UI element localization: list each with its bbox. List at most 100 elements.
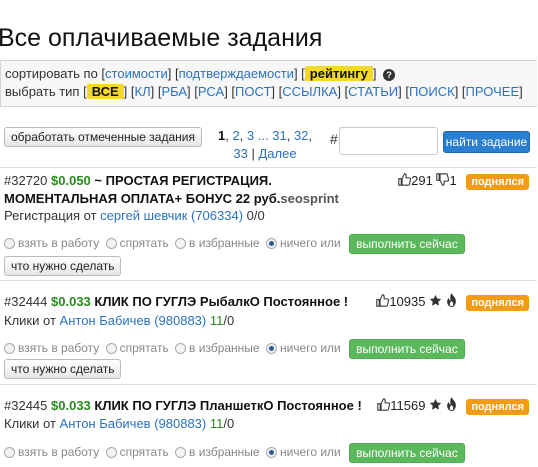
radio-hide[interactable] (105, 446, 117, 458)
radio-favorite[interactable] (175, 342, 187, 354)
popular-badge: поднялся (466, 294, 529, 311)
task-count-done: 11 (209, 313, 224, 328)
thumbs-up-icon[interactable] (376, 293, 390, 312)
page-link[interactable]: 2 (232, 128, 239, 143)
page-title: Все оплачиваемые задания (0, 24, 323, 52)
type-option-all[interactable]: ВСЕ (86, 84, 124, 99)
task-price: $0.033 (51, 294, 91, 309)
type-option-rba[interactable]: РБА (161, 84, 187, 99)
type-option-link[interactable]: ССЫЛКА (282, 84, 337, 99)
task-price: $0.033 (51, 398, 91, 413)
popular-badge: поднялся (466, 398, 529, 415)
radio-take[interactable] (4, 446, 15, 458)
likes-count: 291 (411, 173, 433, 188)
nothing-or-label: ничего или (279, 236, 341, 251)
task-author-link[interactable]: Антон Бабичев (980883) (60, 416, 207, 431)
task-row: #32445 $0.033 КЛИК ПО ГУГЛЭ ПланшеткО По… (0, 386, 537, 467)
task-row: #32444 $0.033 КЛИК ПО ГУГЛЭ РыбалкО Пост… (0, 282, 537, 385)
radio-nothing[interactable] (265, 237, 277, 249)
page-next-link[interactable]: Далее (258, 146, 296, 161)
take-label: взять в работу (18, 341, 100, 356)
page-link[interactable]: 33 (233, 146, 247, 161)
task-author-link[interactable]: Антон Бабичев (980883) (60, 313, 207, 328)
task-count-done: 0 (246, 208, 254, 223)
take-label: взять в работу (18, 236, 100, 251)
nothing-or-label: ничего или (279, 445, 341, 460)
task-category: Клики (4, 313, 40, 328)
sort-option-confirmability[interactable]: подтверждаемости (179, 66, 294, 81)
from-label: от (83, 208, 97, 223)
favorite-label: в избранные (189, 341, 260, 356)
type-option-post[interactable]: ПОСТ (235, 84, 271, 99)
type-prefix: выбрать тип (5, 84, 80, 99)
radio-take[interactable] (4, 237, 15, 249)
radio-hide[interactable] (105, 342, 117, 354)
task-id: #32445 (4, 398, 48, 413)
nothing-or-label: ничего или (279, 341, 341, 356)
sort-option-rating[interactable]: рейтингу (304, 66, 373, 81)
radio-nothing[interactable] (265, 342, 277, 354)
what-to-do-button[interactable]: что нужно сделать (4, 359, 122, 379)
hide-label: спрятать (119, 236, 169, 251)
task-id-input[interactable] (339, 127, 438, 155)
type-option-articles[interactable]: СТАТЬИ (348, 84, 398, 99)
task-stats: 291 1 поднялся (398, 172, 529, 191)
page-ellipsis: ... (257, 128, 269, 143)
sort-option-cost[interactable]: стоимости (105, 66, 168, 81)
task-id: #32720 (4, 173, 48, 188)
do-now-button[interactable]: выполнить сейчас (349, 443, 465, 463)
help-icon[interactable]: ? (383, 68, 396, 81)
type-option-rsa[interactable]: РСА (198, 84, 224, 99)
page-link[interactable]: 31 (272, 128, 286, 143)
hide-label: спрятать (119, 445, 169, 460)
do-now-button[interactable]: выполнить сейчас (349, 234, 465, 254)
likes-count: 10935 (389, 294, 426, 309)
task-category: Клики (4, 416, 40, 431)
task-meta: Регистрация от сергей шевчик (706334) 0/… (4, 208, 265, 223)
type-option-other[interactable]: ПРОЧЕЕ (466, 84, 520, 99)
task-count-total: 0 (227, 313, 235, 328)
task-heading[interactable]: #32445 $0.033 КЛИК ПО ГУГЛЭ ПланшеткО По… (4, 397, 384, 415)
sort-row: сортировать по [стоимости] [подтверждаем… (5, 65, 533, 83)
task-category: Регистрация (4, 208, 80, 223)
from-label: от (43, 416, 56, 431)
hide-label: спрятать (119, 341, 169, 356)
sort-prefix: сортировать по (5, 66, 98, 81)
radio-favorite[interactable] (175, 446, 187, 458)
task-stats: 11569 поднялся (377, 397, 529, 416)
task-heading[interactable]: #32444 $0.033 КЛИК ПО ГУГЛЭ РыбалкО Пост… (4, 293, 384, 311)
radio-hide[interactable] (105, 237, 117, 249)
favorite-label: в избранные (189, 236, 260, 251)
task-count-total: 0 (257, 208, 265, 223)
find-task-button[interactable]: найти задание (443, 131, 530, 153)
page-current: 1 (217, 128, 226, 143)
dislikes-count: 1 (449, 173, 457, 188)
pagination: 1, 2, 3 ... 31, 32, 33 | Далее (217, 128, 313, 161)
radio-favorite[interactable] (175, 237, 187, 249)
page-link[interactable]: 32 (294, 128, 308, 143)
thumbs-down-icon[interactable] (436, 172, 450, 191)
radio-take[interactable] (4, 342, 15, 354)
task-heading[interactable]: #32720 $0.050 ~ ПРОСТАЯ РЕГИСТРАЦИЯ. МОМ… (4, 172, 388, 208)
thumbs-up-icon[interactable] (398, 172, 412, 191)
type-option-kl[interactable]: КЛ (135, 84, 151, 99)
process-selected-button[interactable]: обработать отмеченные задания (4, 127, 202, 147)
task-row: #32720 $0.050 ~ ПРОСТАЯ РЕГИСТРАЦИЯ. МОМ… (0, 168, 537, 281)
likes-count: 11569 (390, 398, 426, 413)
task-meta: Клики от Антон Бабичев (980883) 11/0 (4, 416, 235, 431)
type-option-search[interactable]: ПОИСК (409, 84, 455, 99)
fire-icon (446, 293, 457, 312)
favorite-label: в избранные (189, 445, 260, 460)
task-title: КЛИК ПО ГУГЛЭ РыбалкО Постоянное ! (94, 294, 349, 309)
task-title-suffix: seosprint (280, 191, 339, 206)
radio-nothing[interactable] (265, 446, 277, 458)
task-author-link[interactable]: сергей шевчик (706334) (100, 208, 243, 223)
do-now-button[interactable]: выполнить сейчас (349, 339, 465, 359)
thumbs-up-icon[interactable] (377, 397, 391, 416)
type-row: выбрать тип [ВСЕ] [КЛ] [РБА] [РСА] [ПОСТ… (5, 84, 523, 99)
page-link[interactable]: 3 (247, 128, 254, 143)
from-label: от (43, 313, 56, 328)
what-to-do-button[interactable]: что нужно сделать (4, 256, 122, 276)
task-options: взять в работу спрятать в избранные ниче… (4, 443, 465, 463)
take-label: взять в работу (18, 445, 100, 460)
